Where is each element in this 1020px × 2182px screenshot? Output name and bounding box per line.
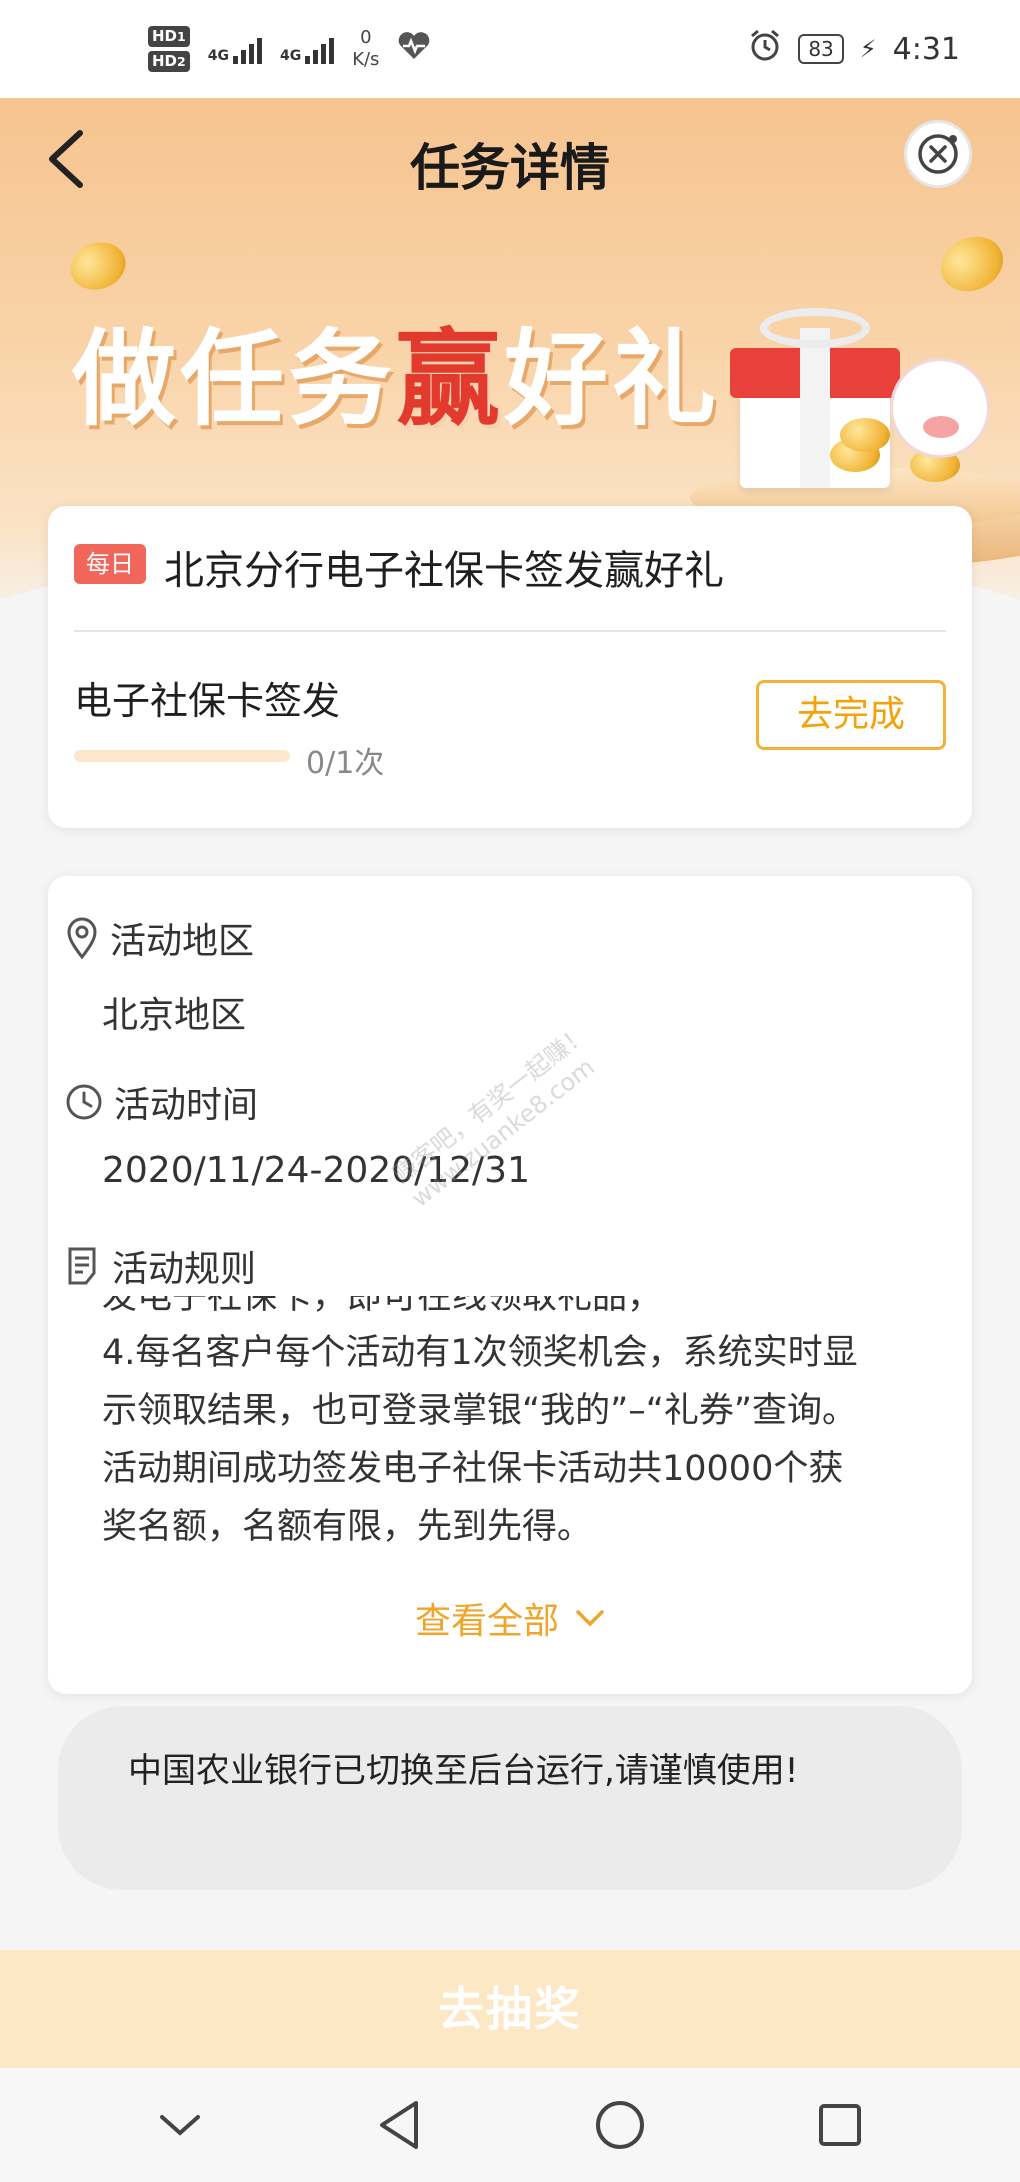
rules-line: 奖名额，名额有限，先到先得。 bbox=[102, 1507, 593, 1547]
task-title: 北京分行电子社保卡签发赢好礼 bbox=[164, 548, 724, 594]
task-name: 电子社保卡签发 bbox=[74, 679, 341, 723]
back-triangle-icon bbox=[380, 2101, 418, 2149]
activity-info-card: 活动地区 北京地区 活动时间 2020/11/24-2020/12/31 活动规… bbox=[48, 876, 972, 1694]
daily-badge: 每日 bbox=[74, 544, 146, 584]
complete-task-button[interactable]: 去完成 bbox=[756, 680, 946, 750]
close-button[interactable] bbox=[904, 120, 972, 188]
nav-back-button[interactable] bbox=[360, 2085, 440, 2165]
chevron-down-icon bbox=[576, 1610, 604, 1627]
rules-clipped-line: 发电子社保卡，即可在线领取礼品， bbox=[102, 1296, 663, 1317]
status-bar: HD1 HD2 4G 4G 0 K/s 83 ⚡ 4:31 bbox=[0, 0, 1020, 98]
view-all-label: 查看全部 bbox=[414, 1601, 559, 1642]
nav-home-button[interactable] bbox=[580, 2085, 660, 2165]
system-nav-bar bbox=[0, 2068, 1020, 2182]
location-pin-icon bbox=[67, 917, 97, 960]
time-row: 活动时间 bbox=[64, 1076, 258, 1128]
heart-rate-icon bbox=[397, 31, 431, 68]
rules-text: 4.每名客户每个活动有1次领奖机会，系统实时显 示领取结果，也可登录掌银“我的”… bbox=[102, 1324, 948, 1566]
home-circle-icon bbox=[596, 2101, 644, 2149]
rules-row: 活动规则 bbox=[64, 1240, 256, 1292]
coin-icon bbox=[63, 234, 133, 298]
hd-indicator: HD1 HD2 bbox=[148, 26, 190, 72]
task-progress-text: 0/1次 bbox=[306, 746, 385, 781]
alarm-icon bbox=[748, 28, 782, 70]
network-speed: 0 K/s bbox=[352, 27, 380, 70]
signal-1-icon: 4G bbox=[208, 34, 262, 64]
region-label: 活动地区 bbox=[110, 921, 255, 962]
task-card: 每日 北京分行电子社保卡签发赢好礼 电子社保卡签发 0/1次 去完成 bbox=[48, 506, 972, 828]
time-value: 2020/11/24-2020/12/31 bbox=[102, 1150, 530, 1191]
nav-recents-button[interactable] bbox=[800, 2085, 880, 2165]
hide-nav-button[interactable] bbox=[140, 2085, 220, 2165]
clock-icon bbox=[66, 1084, 102, 1120]
divider bbox=[74, 630, 946, 632]
rules-line: 4.每名客户每个活动有1次领奖机会，系统实时显 bbox=[102, 1333, 858, 1373]
view-all-button[interactable]: 查看全部 bbox=[48, 1592, 972, 1644]
clock: 4:31 bbox=[892, 31, 960, 67]
region-row: 活动地区 bbox=[64, 912, 254, 964]
time-label: 活动时间 bbox=[114, 1085, 259, 1126]
close-circle-icon bbox=[918, 134, 958, 174]
mascot-icon bbox=[890, 358, 990, 458]
battery-indicator: 83 bbox=[798, 34, 844, 64]
page-title: 任务详情 bbox=[410, 139, 610, 197]
draw-lottery-button[interactable]: 去抽奖 bbox=[0, 1950, 1020, 2068]
chevron-down-icon bbox=[160, 2115, 200, 2136]
rules-label: 活动规则 bbox=[112, 1249, 257, 1290]
charging-icon: ⚡ bbox=[859, 35, 877, 63]
task-progress-bar bbox=[74, 750, 290, 762]
background-warning-toast: 中国农业银行已切换至后台运行,请谨慎使用! bbox=[58, 1706, 962, 1890]
signal-2-icon: 4G bbox=[280, 34, 335, 64]
recents-square-icon bbox=[819, 2104, 861, 2146]
rules-line: 活动期间成功签发电子社保卡活动共10000个获 bbox=[102, 1449, 844, 1489]
slogan: 做任务赢好礼 bbox=[72, 318, 721, 440]
document-icon bbox=[68, 1247, 96, 1285]
region-value: 北京地区 bbox=[102, 995, 247, 1036]
rules-line: 示领取结果，也可登录掌银“我的”–“礼券”查询。 bbox=[102, 1391, 858, 1431]
